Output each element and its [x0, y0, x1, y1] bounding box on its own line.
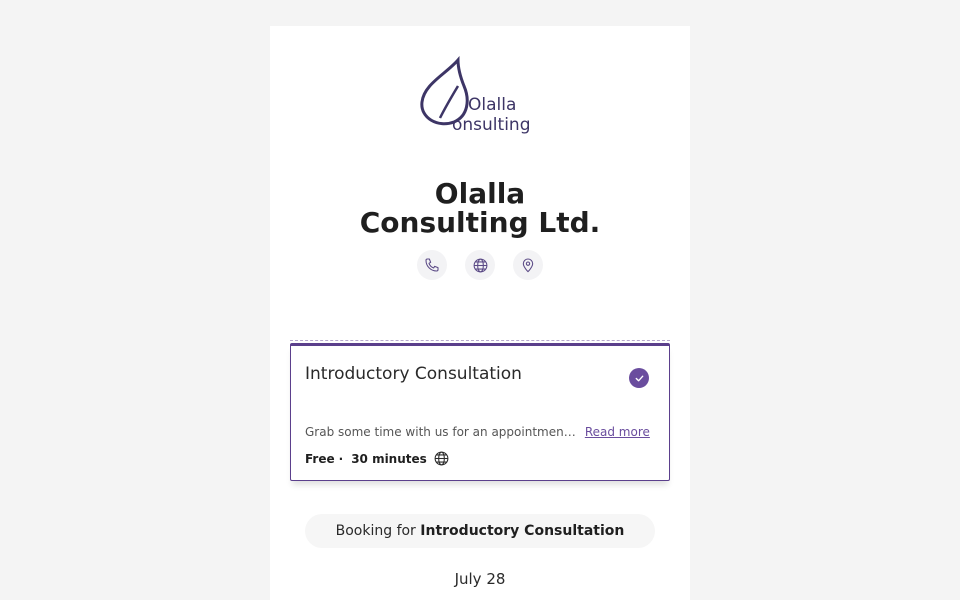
service-price: Free [305, 451, 335, 466]
booking-summary: Booking for Introductory Consultation [305, 514, 655, 548]
service-meta: Free · 30 minutes [305, 450, 450, 467]
phone-icon [425, 258, 439, 272]
contact-actions [270, 250, 690, 280]
booking-page: Olalla onsulting Olalla Consulting Ltd. [270, 26, 690, 600]
olalla-consulting-logo: Olalla onsulting [420, 56, 530, 135]
service-card-introductory-consultation[interactable]: Introductory Consultation Grab some time… [290, 340, 670, 481]
business-name-line1: Olalla [434, 177, 526, 210]
booking-service-name: Introductory Consultation [420, 523, 625, 539]
phone-button[interactable] [417, 250, 447, 280]
globe-icon [473, 258, 487, 272]
logo-text-line1: Olalla [468, 95, 516, 115]
service-description-text: Grab some time with us for an appointmen… [305, 425, 577, 439]
meta-separator: · [338, 451, 344, 466]
calendar-date-label: July 28 [454, 570, 506, 588]
business-name-line2: Consulting Ltd. [359, 206, 601, 239]
read-more-link[interactable]: Read more [585, 425, 650, 439]
location-pin-icon [522, 258, 534, 273]
website-button[interactable] [465, 250, 495, 280]
selected-check-icon [629, 368, 649, 388]
business-name: Olalla Consulting Ltd. [270, 179, 690, 237]
booking-prefix: Booking for [335, 523, 421, 539]
location-button[interactable] [513, 250, 543, 280]
logo-text-line2: onsulting [452, 115, 530, 135]
service-description: Grab some time with us for an appointmen… [305, 425, 665, 439]
service-title: Introductory Consultation [305, 364, 522, 384]
service-duration: 30 minutes [351, 451, 427, 466]
timezone-globe-icon [433, 450, 450, 467]
